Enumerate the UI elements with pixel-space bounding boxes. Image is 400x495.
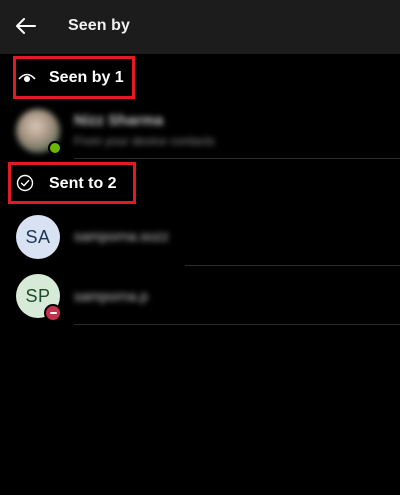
sent-person-row[interactable]: SA samporna.sozz — [0, 208, 400, 264]
person-name: samporna.sozz — [74, 228, 169, 244]
avatar: SA — [16, 215, 60, 259]
do-not-disturb-icon — [44, 304, 62, 322]
person-name: Nizz Sharma — [74, 112, 164, 129]
sent-person-row[interactable]: SP samporna.p — [0, 266, 400, 322]
seen-person-row[interactable]: Nizz Sharma From your device contacts — [0, 103, 400, 159]
presence-available-icon — [48, 141, 62, 155]
divider — [74, 324, 400, 325]
highlight-box-sent — [8, 162, 136, 204]
arrow-left-icon — [16, 18, 36, 34]
person-subtitle: From your device contacts — [74, 134, 215, 148]
back-button[interactable] — [10, 10, 42, 42]
app-header: Seen by — [0, 0, 400, 54]
highlight-box-seen — [13, 56, 135, 99]
page-title: Seen by — [68, 17, 131, 34]
divider — [74, 158, 400, 159]
person-name: samporna.p — [74, 288, 148, 304]
